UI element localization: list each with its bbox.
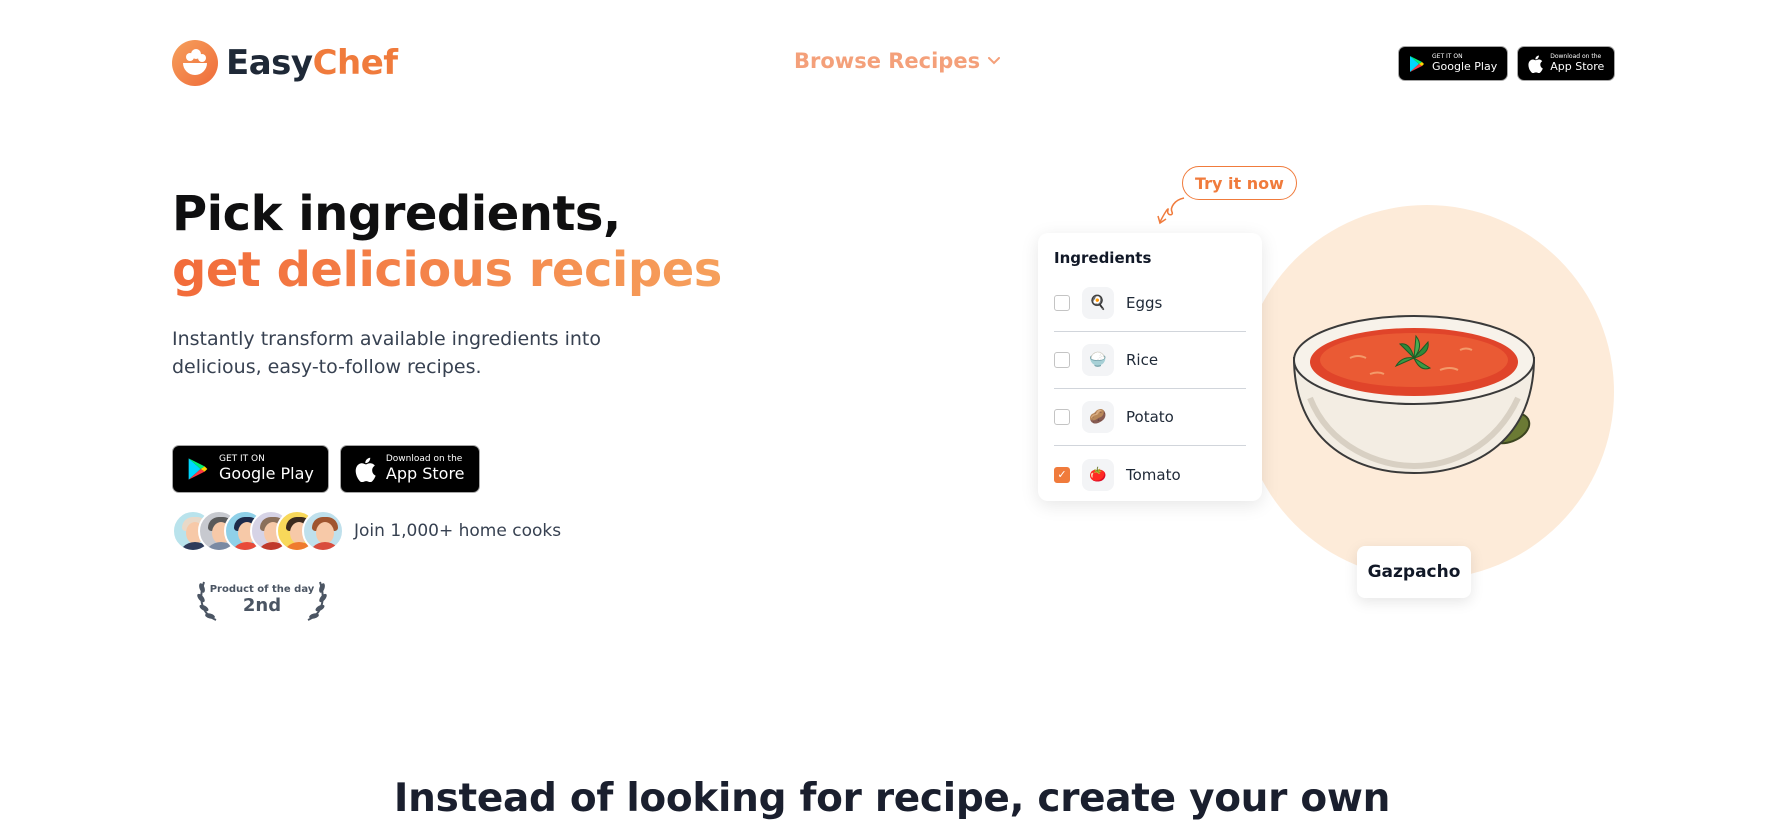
- ingredient-checkbox[interactable]: [1054, 295, 1070, 311]
- ingredient-label: Eggs: [1126, 294, 1163, 312]
- apple-icon: [1528, 55, 1544, 73]
- ingredient-label: Rice: [1126, 351, 1159, 369]
- ingredient-checkbox-checked[interactable]: ✓: [1054, 466, 1070, 483]
- ingredient-label: Tomato: [1126, 465, 1181, 484]
- logo-icon: [172, 40, 218, 86]
- dish-name-label: Gazpacho: [1357, 546, 1471, 598]
- ingredient-label: Potato: [1126, 408, 1174, 426]
- header-store-badges: GET IT ON Google Play Download on the Ap…: [1398, 46, 1616, 81]
- ingredient-checkbox[interactable]: [1054, 409, 1070, 425]
- tomato-icon: 🍅: [1082, 458, 1114, 491]
- hero-title-line1: Pick ingredients,: [172, 186, 621, 242]
- soup-bowl-image: [1290, 298, 1550, 502]
- potato-icon: 🥔: [1082, 401, 1114, 433]
- ingredient-checkbox[interactable]: [1054, 352, 1070, 368]
- badge-main-text: Google Play: [1432, 59, 1498, 73]
- hero-app-store-badge[interactable]: Download on the App Store: [339, 445, 480, 493]
- logo[interactable]: EasyChef: [172, 40, 398, 86]
- social-proof-text: Join 1,000+ home cooks: [354, 521, 562, 541]
- ingredient-row-eggs[interactable]: 🍳 Eggs: [1054, 275, 1246, 332]
- browse-recipes-menu[interactable]: Browse Recipes: [794, 49, 1001, 73]
- header-app-store-badge[interactable]: Download on the App Store: [1517, 46, 1616, 81]
- section-title: Instead of looking for recipe, create yo…: [393, 776, 1391, 821]
- landing-page: EasyChef Browse Recipes GET IT ON Google…: [0, 0, 1784, 836]
- browse-recipes-label: Browse Recipes: [794, 49, 981, 73]
- hero-subtitle: Instantly transform available ingredient…: [172, 328, 601, 378]
- hero-store-badges: GET IT ON Google Play Download on the Ap…: [172, 445, 480, 493]
- google-play-icon: [1410, 55, 1424, 72]
- hero-title-line2: get delicious recipes: [172, 242, 722, 298]
- ingredient-row-potato[interactable]: 🥔 Potato: [1054, 389, 1246, 446]
- badge-main-text: App Store: [1550, 59, 1605, 73]
- chevron-down-icon: [988, 57, 1001, 65]
- egg-icon: 🍳: [1082, 287, 1114, 319]
- laurel-left-icon: [197, 581, 217, 621]
- logo-text: EasyChef: [226, 43, 398, 83]
- ingredient-row-rice[interactable]: 🍚 Rice: [1054, 332, 1246, 389]
- google-play-icon: [188, 458, 208, 480]
- avatar-stack: [172, 510, 344, 552]
- product-of-day-label: Product of the day: [209, 584, 315, 595]
- ingredient-row-tomato[interactable]: ✓ 🍅 Tomato: [1054, 446, 1246, 503]
- curved-arrow-icon: [1157, 197, 1185, 225]
- badge-main-text: App Store: [385, 464, 465, 484]
- avatar: [302, 510, 344, 552]
- laurel-right-icon: [307, 581, 327, 621]
- apple-icon: [355, 457, 376, 482]
- header-google-play-badge[interactable]: GET IT ON Google Play: [1398, 46, 1509, 81]
- hero-google-play-badge[interactable]: GET IT ON Google Play: [172, 445, 329, 493]
- product-of-day-rank: 2nd: [242, 595, 282, 616]
- hero-title: Pick ingredients, get delicious recipes: [172, 186, 722, 298]
- logo-text-easy: Easy: [226, 43, 313, 83]
- badge-main-text: Google Play: [219, 464, 314, 484]
- ingredients-card-title: Ingredients: [1054, 249, 1152, 267]
- rice-icon: 🍚: [1082, 344, 1114, 376]
- try-it-now-button[interactable]: Try it now: [1182, 166, 1297, 200]
- ingredients-card: Ingredients 🍳 Eggs 🍚 Rice 🥔 Potato ✓ 🍅 T…: [1038, 233, 1262, 501]
- logo-text-chef: Chef: [312, 43, 399, 83]
- social-proof: Join 1,000+ home cooks: [172, 510, 561, 552]
- product-of-the-day-badge[interactable]: Product of the day 2nd: [196, 578, 328, 622]
